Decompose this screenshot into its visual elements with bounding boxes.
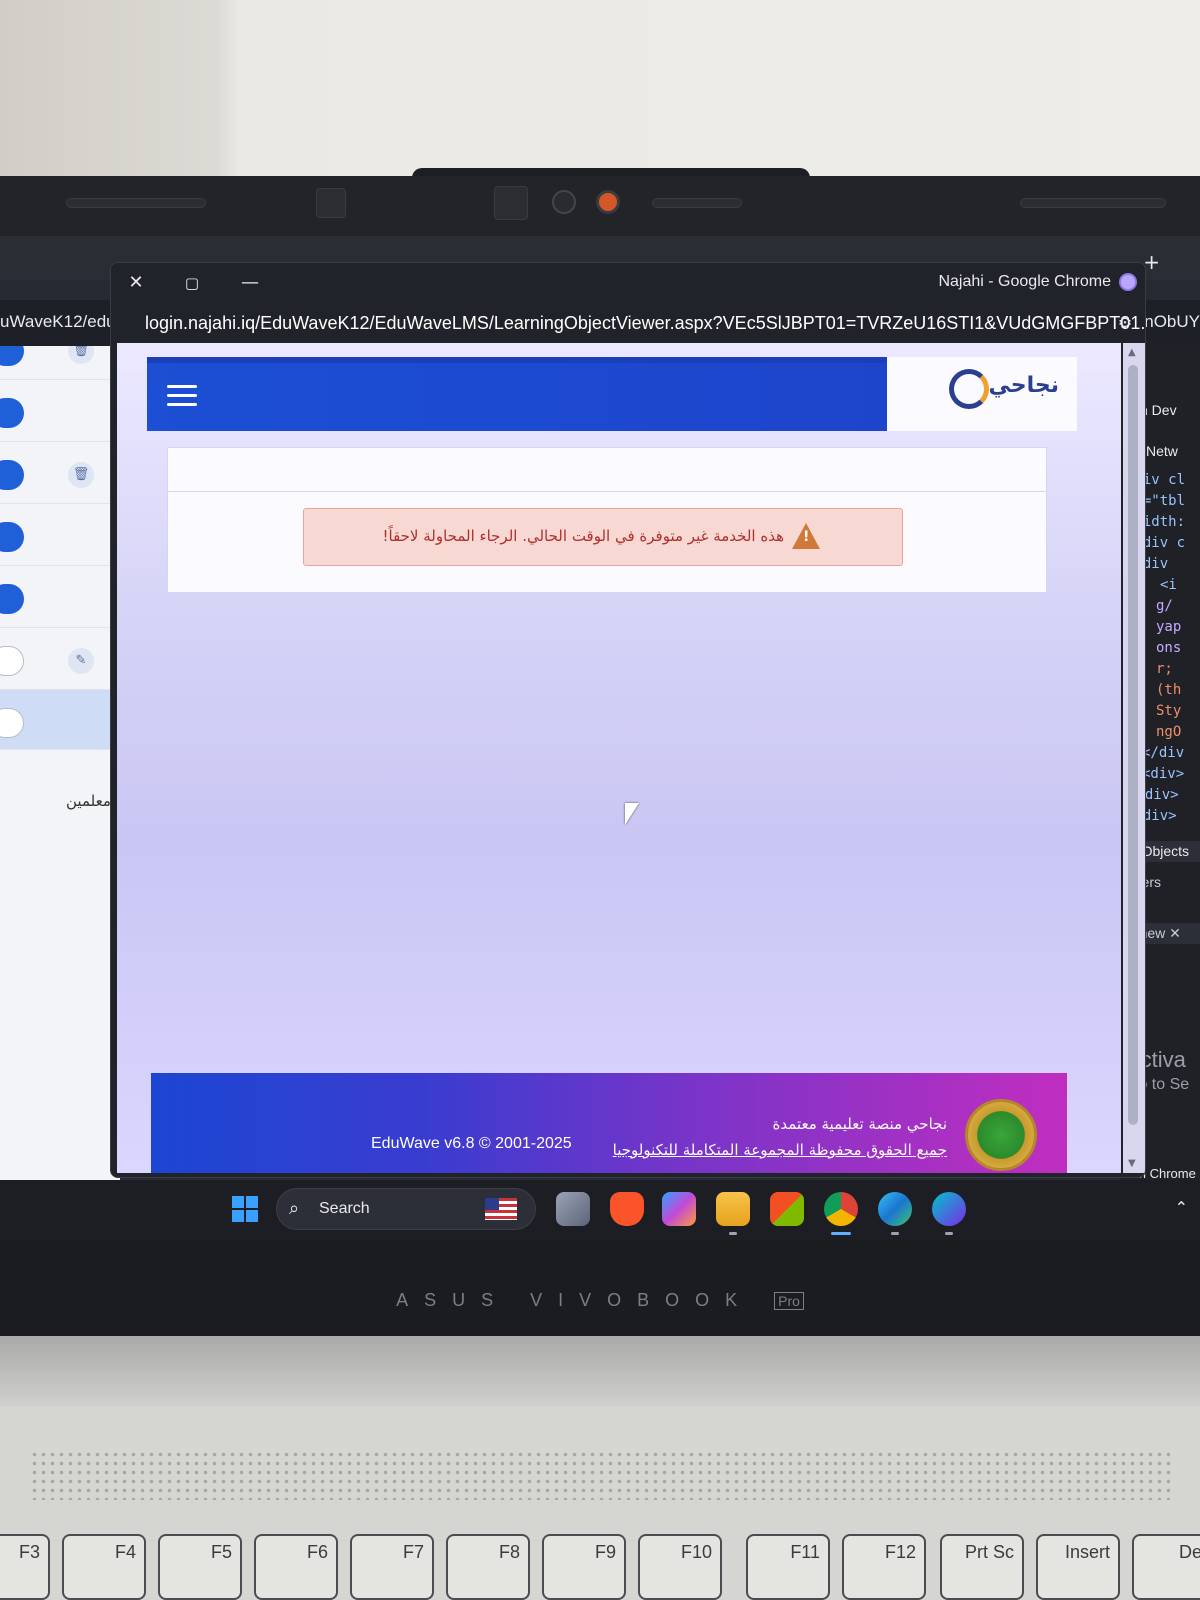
key-delete[interactable]: Del: [1132, 1534, 1200, 1600]
close-window-button[interactable]: ✕: [121, 269, 151, 297]
site-settings-icon[interactable]: ⚙: [1111, 309, 1139, 337]
key-f4[interactable]: F4: [62, 1534, 146, 1600]
najahi-logo[interactable]: نجاحي: [949, 365, 1059, 413]
bezel-grill-left: [66, 198, 206, 208]
key-f3[interactable]: F3: [0, 1534, 50, 1600]
key-f12[interactable]: F12: [842, 1534, 926, 1600]
vertical-scrollbar[interactable]: ▲ ▼: [1123, 343, 1145, 1173]
site-header: نجاحي: [147, 357, 1077, 431]
edge-icon[interactable]: [878, 1192, 912, 1226]
content-card: ! هذه الخدمة غير متوفرة في الوقت الحالي.…: [167, 447, 1047, 593]
footer-line-2[interactable]: جميع الحقوق محفوظة المجموعة المتكاملة لل…: [613, 1137, 947, 1163]
key-f9[interactable]: F9: [542, 1534, 626, 1600]
background-app-panel: 🗑 🗑 ✎ معلمين: [0, 336, 120, 1186]
bezel-grill-right: [1020, 198, 1166, 208]
address-bar[interactable]: login.najahi.iq/EduWaveK12/EduWaveLMS/Le…: [111, 303, 1145, 343]
brave-icon[interactable]: [610, 1192, 644, 1226]
toggle-pill-off[interactable]: [0, 646, 24, 676]
site-footer: نجاحي منصة تعليمية معتمدة جميع الحقوق مح…: [151, 1073, 1067, 1173]
background-url-left: uWaveK12/edu: [0, 312, 116, 331]
task-view-icon[interactable]: [556, 1192, 590, 1226]
search-label: Search: [319, 1200, 370, 1217]
maximize-window-button[interactable]: ▢: [177, 269, 207, 297]
ministry-seal-logo: [965, 1099, 1037, 1171]
canva-icon[interactable]: [932, 1192, 966, 1226]
window-title: Najahi - Google Chrome: [938, 273, 1111, 290]
taskbar-search[interactable]: ⌕ Search: [276, 1188, 536, 1230]
key-f8[interactable]: F8: [446, 1534, 530, 1600]
logo-text: نجاحي: [988, 373, 1060, 398]
key-f6[interactable]: F6: [254, 1534, 338, 1600]
warning-icon: !: [792, 523, 820, 549]
footer-copyright: EduWave v6.8 © 2001-2025: [371, 1135, 572, 1152]
key-f7[interactable]: F7: [350, 1534, 434, 1600]
us-flag-icon: [485, 1198, 517, 1220]
windows-taskbar: ⌕ Search ⌃: [0, 1180, 1200, 1240]
brand-name: ASUS VIVOBOOK: [396, 1290, 754, 1310]
file-explorer-icon[interactable]: [716, 1192, 750, 1226]
key-prtsc[interactable]: Prt Sc: [940, 1534, 1024, 1600]
ir-sensor: [494, 186, 528, 220]
wall-background: [0, 0, 1200, 190]
alert-message: هذه الخدمة غير متوفرة في الوقت الحالي. ا…: [382, 527, 784, 545]
sensor-left: [316, 188, 346, 218]
logo-ring-icon: [949, 369, 989, 409]
webcam-lens: [552, 190, 576, 214]
url-text[interactable]: login.najahi.iq/EduWaveK12/EduWaveLMS/Le…: [145, 313, 1145, 334]
scroll-thumb[interactable]: [1128, 365, 1138, 1125]
laptop-brand: ASUS VIVOBOOK Pro: [0, 1290, 1200, 1311]
toggle-pill[interactable]: [0, 584, 24, 614]
laptop-hinge: [0, 1336, 1200, 1406]
scroll-down-icon[interactable]: ▼: [1128, 1158, 1136, 1169]
key-f5[interactable]: F5: [158, 1534, 242, 1600]
najahi-favicon-icon: [1119, 273, 1137, 291]
webcam-shutter: [596, 190, 620, 214]
toggle-pill[interactable]: [0, 398, 24, 428]
page-viewport: نجاحي ! هذه الخدمة غير متوفرة في الوقت ا…: [117, 343, 1121, 1173]
background-label: معلمين: [66, 792, 111, 810]
toggle-pill[interactable]: [0, 460, 24, 490]
chrome-popup-window: ✕ ▢ — Najahi - Google Chrome login.najah…: [110, 262, 1146, 1178]
bezel-grill-center: [652, 198, 742, 208]
toggle-pill-off[interactable]: [0, 708, 24, 738]
brand-pro: Pro: [774, 1292, 804, 1310]
microsoft-store-icon[interactable]: [770, 1192, 804, 1226]
footer-text: نجاحي منصة تعليمية معتمدة جميع الحقوق مح…: [613, 1111, 947, 1163]
card-header: [168, 448, 1046, 492]
navbar: [147, 357, 887, 431]
trash-icon[interactable]: 🗑: [68, 462, 94, 488]
background-url-right: nObUY: [1144, 312, 1200, 331]
speaker-grille: [30, 1450, 1170, 1500]
key-insert[interactable]: Insert: [1036, 1534, 1120, 1600]
chevron-up-icon[interactable]: ⌃: [1175, 1198, 1188, 1217]
chrome-icon[interactable]: [824, 1192, 858, 1226]
windows-start-icon[interactable]: [232, 1196, 258, 1222]
search-icon: ⌕: [289, 1198, 300, 1219]
toggle-pill[interactable]: [0, 522, 24, 552]
edit-icon[interactable]: ✎: [68, 648, 94, 674]
scroll-up-icon[interactable]: ▲: [1128, 347, 1136, 358]
copilot-icon[interactable]: [662, 1192, 696, 1226]
key-f11[interactable]: F11: [746, 1534, 830, 1600]
window-titlebar: ✕ ▢ — Najahi - Google Chrome: [111, 263, 1145, 303]
mouse-cursor: [625, 803, 639, 825]
minimize-window-button[interactable]: —: [235, 269, 265, 297]
footer-line-1: نجاحي منصة تعليمية معتمدة: [772, 1115, 947, 1133]
key-f10[interactable]: F10: [638, 1534, 722, 1600]
error-alert: ! هذه الخدمة غير متوفرة في الوقت الحالي.…: [303, 508, 903, 566]
hamburger-menu-icon[interactable]: [167, 385, 197, 407]
